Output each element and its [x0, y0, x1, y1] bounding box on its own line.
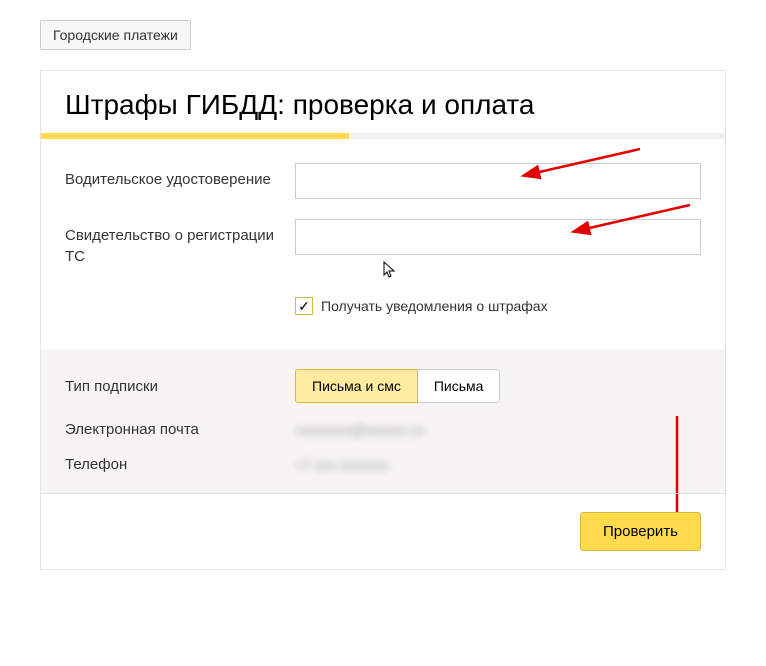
main-panel: Штрафы ГИБДД: проверка и оплата Водитель…: [40, 70, 726, 570]
email-value: xxxxxxxx@xxxxxx.xx: [295, 422, 425, 438]
footer-section: Проверить: [41, 493, 725, 569]
page-title: Штрафы ГИБДД: проверка и оплата: [41, 71, 725, 133]
notifications-label: Получать уведомления о штрафах: [321, 298, 548, 314]
subscription-type-row: Тип подписки Письма и смс Письма: [65, 369, 701, 403]
phone-label: Телефон: [65, 456, 295, 473]
toggle-letters[interactable]: Письма: [418, 369, 501, 403]
subscription-section: Тип подписки Письма и смс Письма Электро…: [41, 349, 725, 493]
cursor-icon: [383, 261, 397, 284]
email-row: Электронная почта xxxxxxxx@xxxxxx.xx: [65, 421, 701, 438]
registration-label: Свидетельство о регистрации ТС: [65, 219, 295, 267]
progress-bar: [41, 133, 725, 139]
subscription-toggle-group: Письма и смс Письма: [295, 369, 500, 403]
check-button[interactable]: Проверить: [580, 512, 701, 551]
notifications-row: ✓ Получать уведомления о штрафах: [295, 297, 701, 315]
driver-license-row: Водительское удостоверение: [65, 163, 701, 199]
registration-input[interactable]: [295, 219, 701, 255]
registration-row: Свидетельство о регистрации ТС: [65, 219, 701, 267]
progress-fill: [41, 133, 349, 139]
phone-row: Телефон +7 xxx xxxxxxx: [65, 456, 701, 473]
email-label: Электронная почта: [65, 421, 295, 438]
form-section: Водительское удостоверение Свидетельство…: [41, 139, 725, 349]
subscription-type-label: Тип подписки: [65, 378, 295, 395]
driver-license-label: Водительское удостоверение: [65, 163, 295, 190]
driver-license-input[interactable]: [295, 163, 701, 199]
toggle-letters-sms[interactable]: Письма и смс: [295, 369, 418, 403]
breadcrumb-city-payments[interactable]: Городские платежи: [40, 20, 191, 50]
notifications-checkbox[interactable]: ✓: [295, 297, 313, 315]
phone-value: +7 xxx xxxxxxx: [295, 457, 389, 473]
